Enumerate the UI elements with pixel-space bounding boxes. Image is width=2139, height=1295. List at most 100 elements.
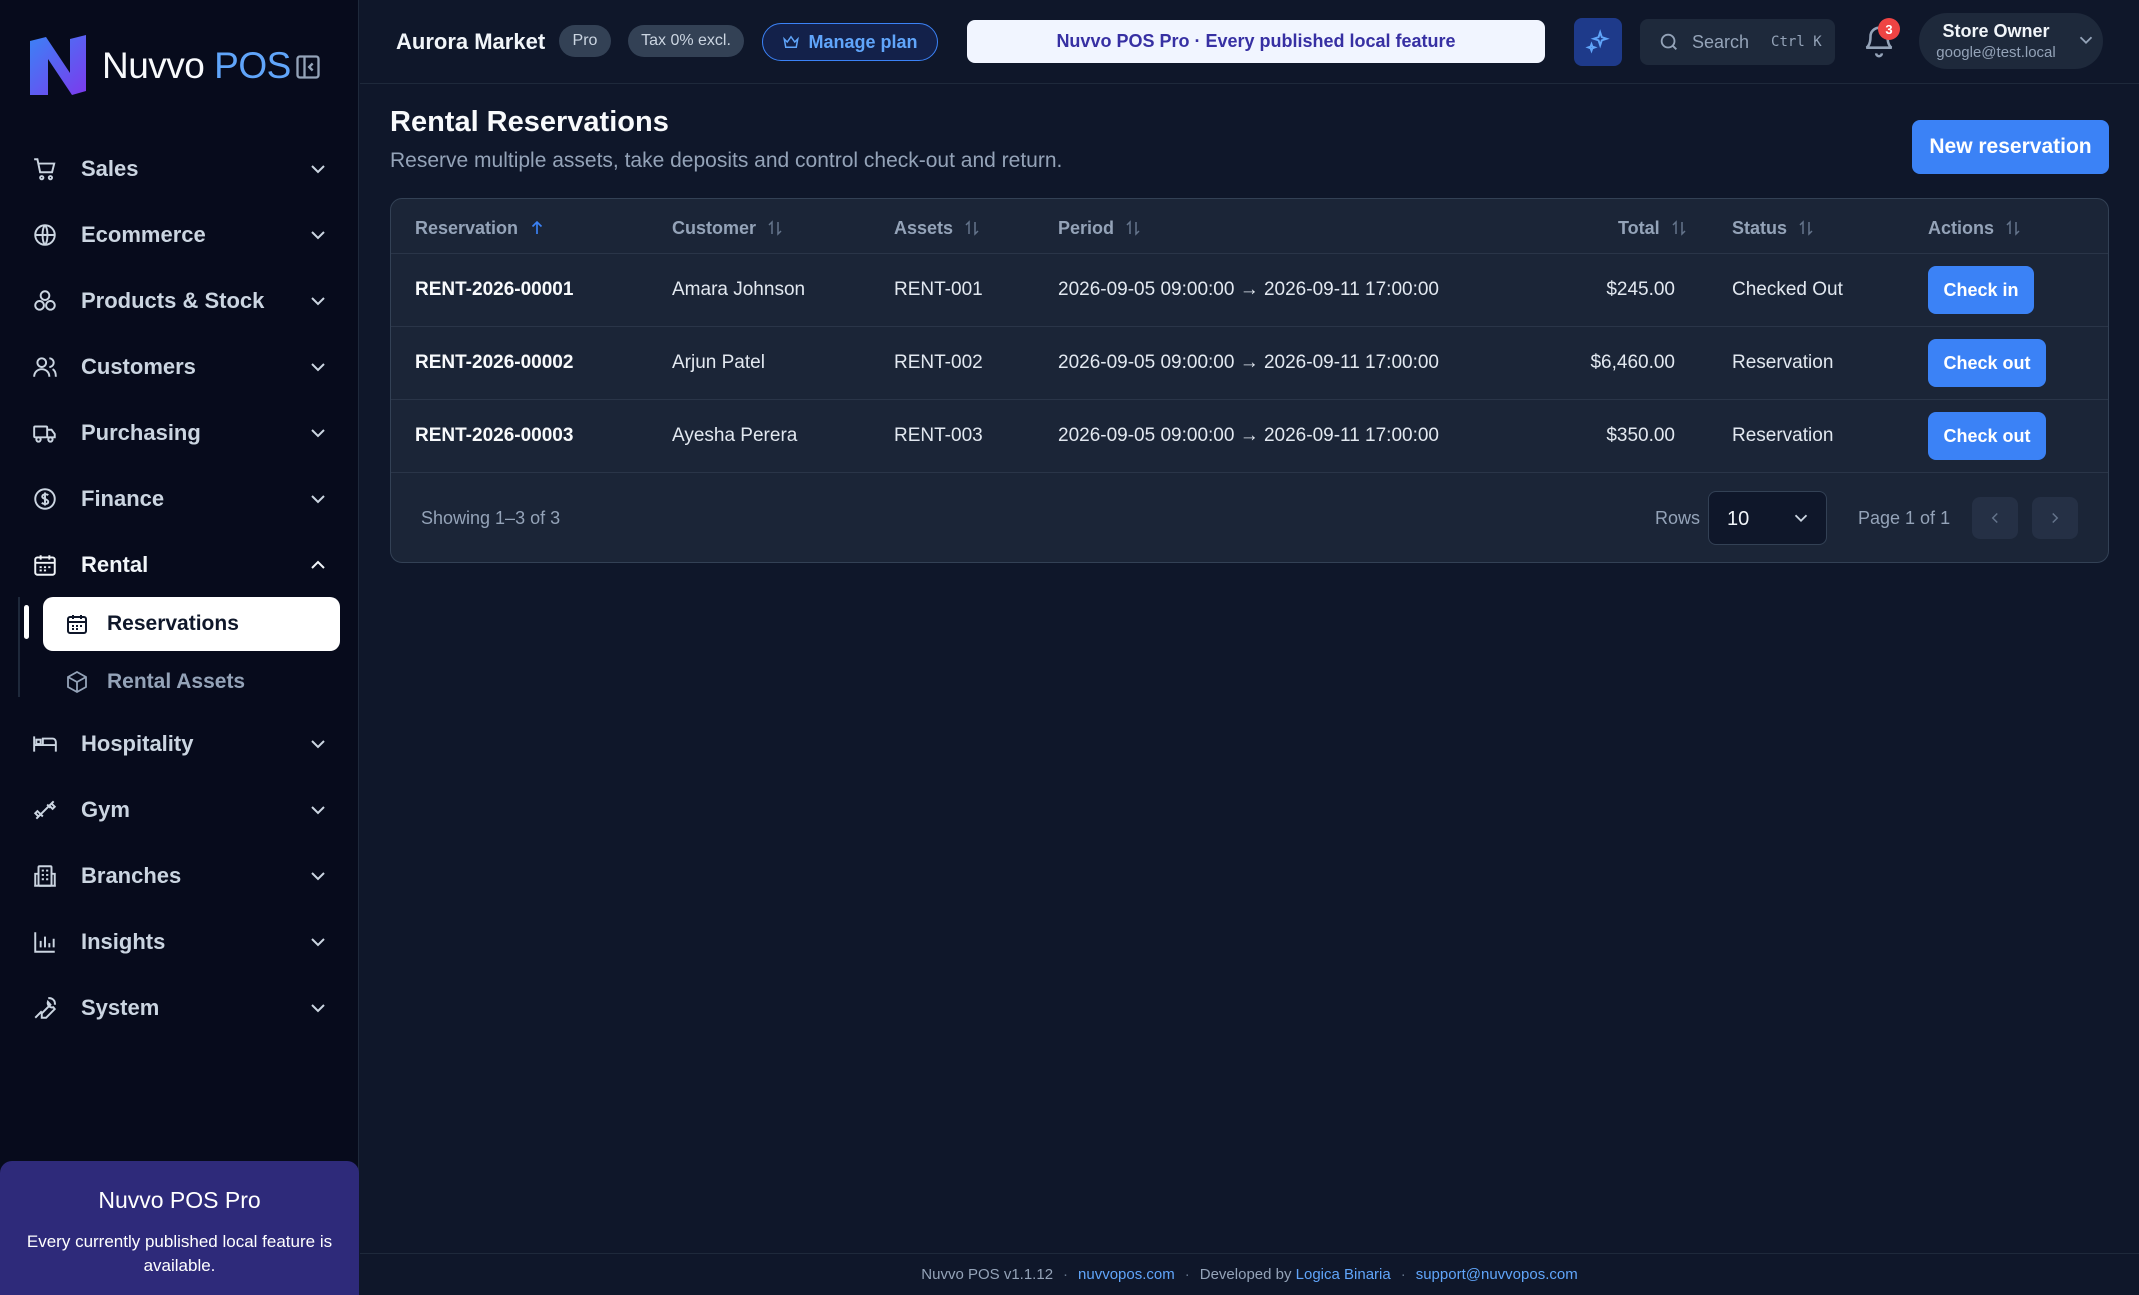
sort-ascending-icon — [531, 220, 543, 234]
sidebar-item-reservations[interactable]: Reservations — [43, 597, 340, 651]
reservation-id[interactable]: RENT-2026-00003 — [415, 400, 573, 472]
chevron-right-icon — [2052, 512, 2059, 524]
sidebar-item-system[interactable]: System — [30, 984, 330, 1032]
bed-icon — [30, 729, 60, 759]
rental-period: 2026-09-05 09:00:00 → 2026-09-11 17:00:0… — [1058, 425, 1440, 446]
new-reservation-button[interactable]: New reservation — [1912, 120, 2109, 174]
column-label: Assets — [894, 217, 954, 238]
building-icon — [30, 861, 60, 891]
plan-banner: Nuvvo POS Pro · Every published local fe… — [967, 20, 1545, 63]
manage-plan-label: Manage plan — [808, 31, 918, 52]
chevron-down-icon — [311, 495, 325, 504]
notification-badge: 3 — [1878, 18, 1900, 40]
sidebar-item-label: Finance — [81, 486, 165, 511]
truck-icon — [30, 418, 60, 448]
rental-period: 2026-09-05 09:00:00 → 2026-09-11 17:00:0… — [1058, 352, 1440, 373]
reservation-id[interactable]: RENT-2026-00002 — [415, 327, 573, 399]
support-email-link[interactable]: support@nuvvopos.com — [1416, 1266, 1578, 1283]
developed-by-label: Developed by — [1199, 1266, 1292, 1283]
search-shortcut: Ctrl K — [1771, 34, 1822, 50]
sidebar-collapse-icon[interactable] — [294, 53, 322, 81]
column-header-total[interactable]: Total — [1618, 216, 1688, 240]
column-header-period[interactable]: Period — [1058, 216, 1142, 240]
page-title: Rental Reservations — [390, 106, 669, 138]
sidebar-item-rental-assets[interactable]: Rental Assets — [43, 655, 340, 709]
next-page-button[interactable] — [2032, 497, 2078, 539]
sidebar-item-ecommerce[interactable]: Ecommerce — [30, 211, 330, 259]
sidebar-item-finance[interactable]: Finance — [30, 475, 330, 523]
crown-icon — [783, 35, 800, 48]
store-name: Aurora Market — [396, 29, 546, 54]
tax-badge: Tax 0% excl. — [628, 25, 744, 57]
sidebar-item-customers[interactable]: Customers — [30, 343, 330, 391]
page-subtitle: Reserve multiple assets, take deposits a… — [390, 149, 1063, 172]
ai-assistant-button[interactable] — [1574, 18, 1622, 66]
developer-credit: Developed by Logica Binaria — [1200, 1266, 1391, 1283]
user-menu[interactable]: Store Owner google@test.local — [1919, 13, 2103, 69]
column-label: Customer — [672, 217, 757, 238]
sidebar-item-insights[interactable]: Insights — [30, 918, 330, 966]
globe-icon — [30, 220, 60, 250]
column-label: Period — [1058, 217, 1115, 238]
sidebar-item-label: Ecommerce — [81, 222, 206, 247]
sidebar-item-branches[interactable]: Branches — [30, 852, 330, 900]
logo[interactable]: Nuvvo POS — [26, 33, 326, 99]
column-header-reservation[interactable]: Reservation — [415, 216, 546, 240]
sort-icon — [1799, 220, 1813, 236]
sidebar-item-label: Hospitality — [81, 731, 194, 756]
column-label: Reservation — [415, 217, 519, 238]
promo-description: Every currently published local feature … — [26, 1232, 333, 1275]
users-icon — [30, 352, 60, 382]
sparkle-icon — [1585, 29, 1610, 54]
search-input[interactable]: Search Ctrl K — [1640, 19, 1835, 65]
reservations-table: Reservation Customer Assets Period Total… — [390, 198, 2109, 563]
sidebar-item-sales[interactable]: Sales — [30, 145, 330, 193]
column-label: Total — [1618, 217, 1660, 238]
sidebar-item-hospitality[interactable]: Hospitality — [30, 720, 330, 768]
plan-badge: Pro — [559, 25, 611, 57]
check-in-button[interactable]: Check in — [1928, 266, 2034, 314]
column-header-status[interactable]: Status — [1732, 216, 1815, 240]
column-header-actions[interactable]: Actions — [1928, 216, 2022, 240]
sidebar-item-label: Branches — [81, 863, 182, 888]
column-header-customer[interactable]: Customer — [672, 216, 784, 240]
sidebar-item-products-stock[interactable]: Products & Stock — [30, 277, 330, 325]
previous-page-button[interactable] — [1972, 497, 2018, 539]
chevron-down-icon — [311, 1004, 325, 1013]
asset-code: RENT-001 — [894, 279, 983, 300]
calendar-icon — [30, 550, 60, 580]
check-out-button[interactable]: Check out — [1928, 339, 2046, 387]
chevron-down-icon — [311, 938, 325, 947]
promo-title: Nuvvo POS Pro — [98, 1187, 261, 1213]
sidebar-item-gym[interactable]: Gym — [30, 786, 330, 834]
sidebar-item-rental[interactable]: Rental — [30, 541, 330, 589]
chevron-left-icon — [1991, 512, 1998, 524]
wrench-icon — [30, 993, 60, 1023]
chevron-down-icon — [2079, 36, 2093, 45]
status-text: Reservation — [1732, 425, 1834, 446]
chevron-down-icon — [311, 297, 325, 306]
column-header-assets[interactable]: Assets — [894, 216, 981, 240]
column-label: Status — [1732, 217, 1788, 238]
manage-plan-button[interactable]: Manage plan — [762, 23, 938, 61]
sidebar-item-purchasing[interactable]: Purchasing — [30, 409, 330, 457]
rental-period: 2026-09-05 09:00:00 → 2026-09-11 17:00:0… — [1058, 279, 1440, 300]
chevron-down-icon — [311, 429, 325, 438]
sidebar-item-label: Customers — [81, 354, 196, 379]
developer-link[interactable]: Logica Binaria — [1296, 1266, 1391, 1283]
rows-per-page-select[interactable]: 10 — [1708, 491, 1827, 545]
status-text: Reservation — [1732, 352, 1834, 373]
chevron-down-icon — [311, 363, 325, 372]
customer-name: Amara Johnson — [672, 279, 806, 300]
status-text: Checked Out — [1732, 279, 1843, 300]
chevron-down-icon — [311, 806, 325, 815]
check-out-button[interactable]: Check out — [1928, 412, 2046, 460]
logo-icon — [30, 35, 86, 95]
box-icon — [63, 668, 91, 696]
total-amount: $350.00 — [1606, 425, 1675, 446]
reservation-id[interactable]: RENT-2026-00001 — [415, 254, 573, 326]
website-link[interactable]: nuvvopos.com — [1078, 1266, 1175, 1283]
chevron-down-icon — [311, 872, 325, 881]
cart-icon — [30, 154, 60, 184]
column-label: Actions — [1928, 217, 1995, 238]
